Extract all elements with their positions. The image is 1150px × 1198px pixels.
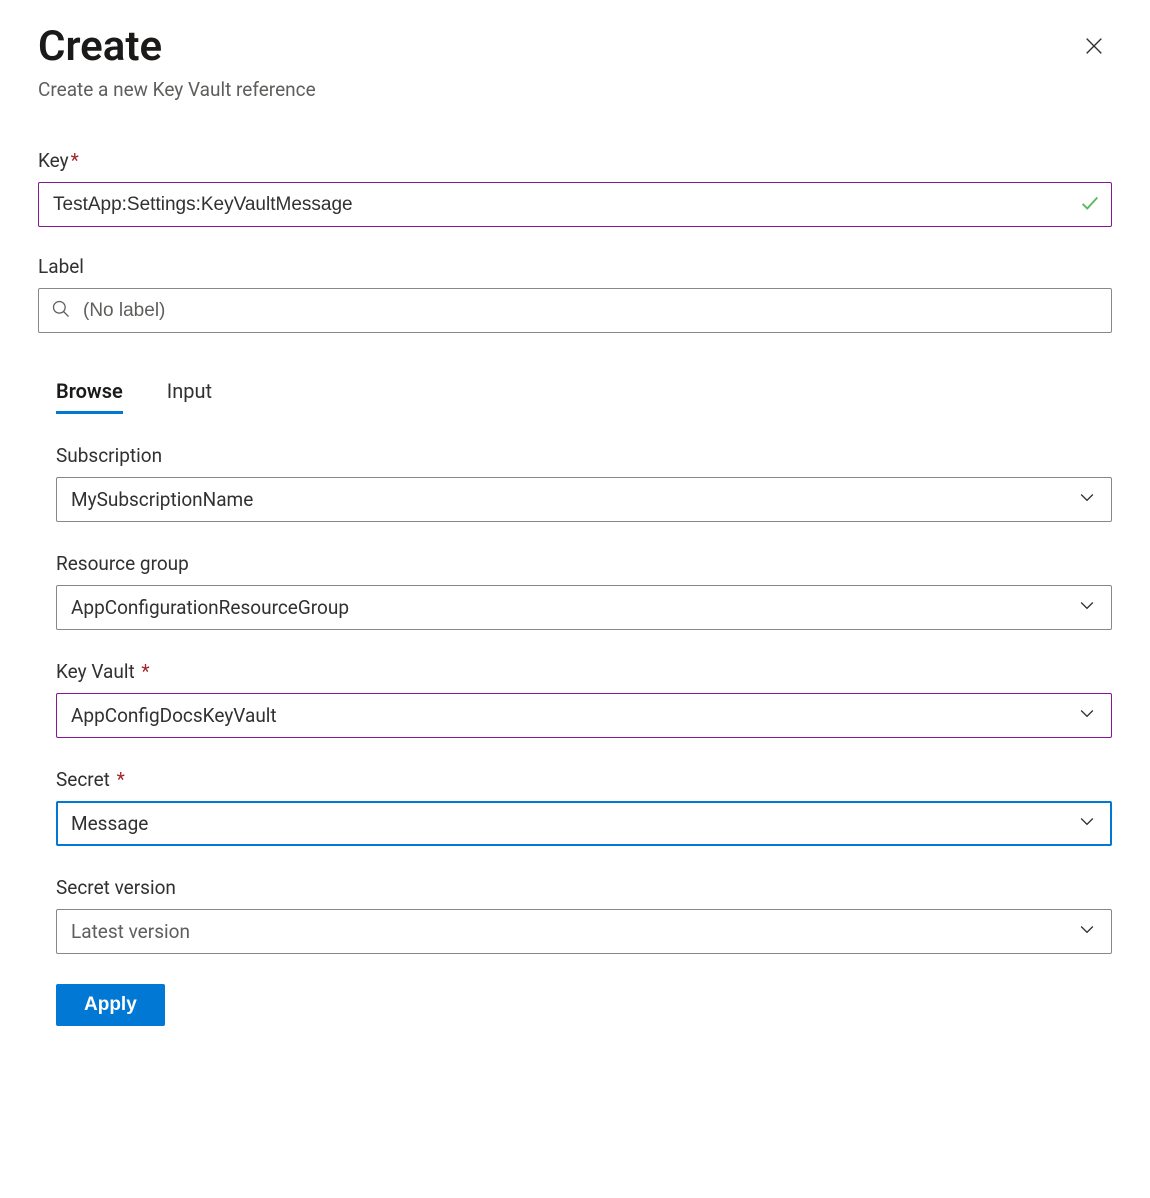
panel-title-block: Create Create a new Key Vault reference (38, 24, 316, 101)
key-input-wrap (38, 182, 1112, 227)
secret-version-label: Secret version (56, 876, 1112, 899)
key-field-block: Key* (38, 149, 1112, 227)
tab-input[interactable]: Input (167, 379, 212, 414)
panel-title: Create (38, 24, 316, 70)
secret-version-field: Secret version Latest version (56, 876, 1112, 954)
secret-select[interactable]: Message (56, 801, 1112, 846)
apply-button[interactable]: Apply (56, 984, 165, 1026)
subscription-label: Subscription (56, 444, 1112, 467)
label-input[interactable] (39, 289, 1111, 332)
close-button[interactable] (1076, 30, 1112, 66)
tabs: Browse Input (38, 379, 1112, 414)
key-vault-field: Key Vault * AppConfigDocsKeyVault (56, 660, 1112, 738)
subscription-select[interactable]: MySubscriptionName (56, 477, 1112, 522)
label-field-label: Label (38, 255, 1112, 278)
key-vault-select[interactable]: AppConfigDocsKeyVault (56, 693, 1112, 738)
key-label: Key* (38, 149, 1112, 172)
resource-group-field: Resource group AppConfigurationResourceG… (56, 552, 1112, 630)
resource-group-label: Resource group (56, 552, 1112, 575)
key-vault-label-text: Key Vault (56, 660, 135, 683)
required-asterisk: * (112, 768, 125, 791)
subscription-field: Subscription MySubscriptionName (56, 444, 1112, 522)
secret-value: Message (71, 812, 148, 835)
chevron-down-icon (1077, 595, 1097, 620)
chevron-down-icon (1077, 811, 1097, 836)
panel-header: Create Create a new Key Vault reference (38, 24, 1112, 101)
secret-version-placeholder: Latest version (71, 920, 190, 943)
secret-label-text: Secret (56, 768, 110, 791)
required-asterisk: * (71, 149, 79, 172)
resource-group-select[interactable]: AppConfigurationResourceGroup (56, 585, 1112, 630)
secret-field: Secret * Message (56, 768, 1112, 846)
create-panel: Create Create a new Key Vault reference … (0, 0, 1150, 1064)
panel-subtitle: Create a new Key Vault reference (38, 78, 316, 101)
chevron-down-icon (1077, 487, 1097, 512)
chevron-down-icon (1077, 703, 1097, 728)
secret-version-select[interactable]: Latest version (56, 909, 1112, 954)
resource-group-value: AppConfigurationResourceGroup (71, 596, 349, 619)
key-vault-value: AppConfigDocsKeyVault (71, 704, 277, 727)
key-label-text: Key (38, 149, 69, 172)
search-icon (51, 299, 71, 323)
secret-label: Secret * (56, 768, 1112, 791)
key-input[interactable] (39, 183, 1111, 226)
key-vault-label: Key Vault * (56, 660, 1112, 683)
chevron-down-icon (1077, 919, 1097, 944)
label-input-wrap (38, 288, 1112, 333)
browse-tab-body: Subscription MySubscriptionName Resource… (38, 444, 1112, 954)
required-asterisk: * (137, 660, 150, 683)
subscription-value: MySubscriptionName (71, 488, 253, 511)
tab-browse[interactable]: Browse (56, 379, 123, 414)
close-icon (1083, 35, 1105, 61)
checkmark-icon (1079, 192, 1101, 218)
label-field-block: Label (38, 255, 1112, 333)
